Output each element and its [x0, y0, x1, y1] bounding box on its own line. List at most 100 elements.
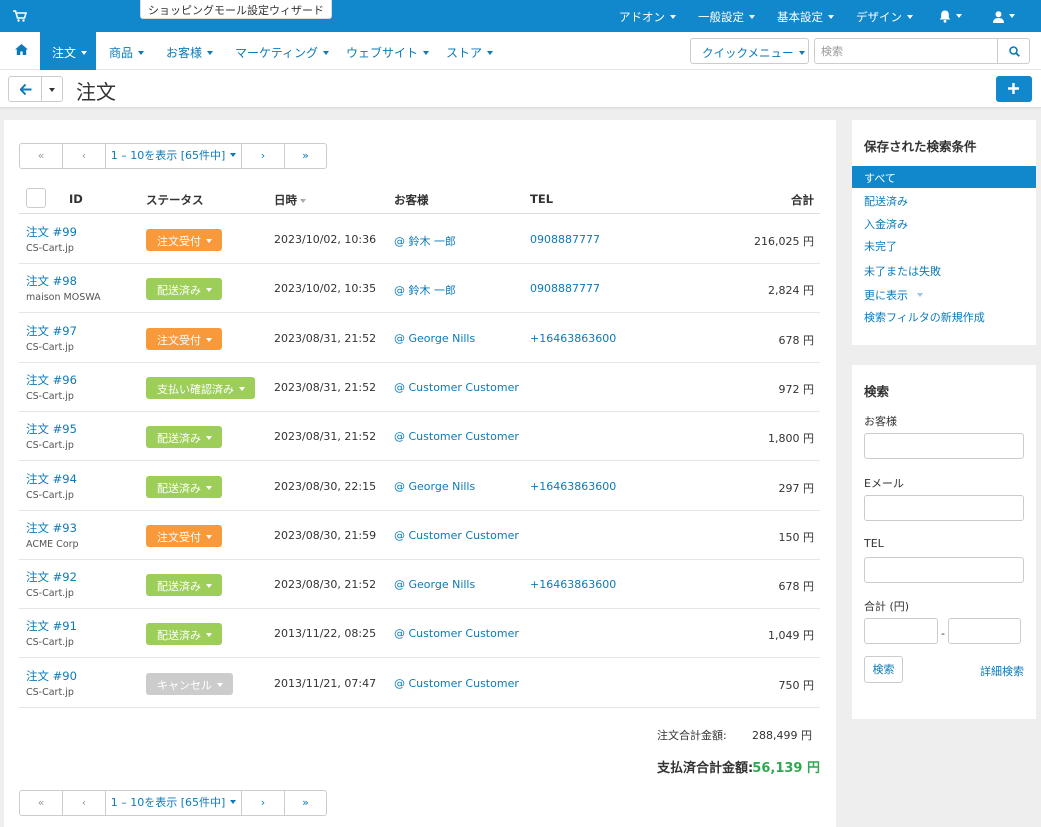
next-page-button[interactable]: › — [242, 144, 285, 168]
total-min-field[interactable] — [864, 618, 938, 644]
customer-link[interactable]: @ Customer Customer — [394, 677, 519, 690]
col-customer[interactable]: お客様 — [394, 192, 429, 208]
tab-orders[interactable]: 注文 — [40, 32, 96, 70]
customer-link[interactable]: @ 鈴木 一郎 — [394, 282, 456, 298]
addons-menu[interactable]: アドオン — [619, 9, 676, 25]
filter-incomplete[interactable]: 未完了 — [852, 234, 1036, 256]
first-page-button[interactable]: « — [20, 144, 63, 168]
table-row: 注文 #99 CS-Cart.jp 注文受付 2023/10/02, 10:36 @ 鈴… — [19, 215, 820, 264]
filter-shipped[interactable]: 配送済み — [852, 189, 1036, 211]
back-button[interactable] — [8, 76, 42, 102]
status-dropdown[interactable]: 配送済み — [146, 426, 222, 449]
general-settings-menu[interactable]: 一般設定 — [698, 9, 755, 25]
status-dropdown[interactable]: 注文受付 — [146, 327, 222, 350]
order-id-link[interactable]: 注文 #93 — [26, 520, 77, 536]
col-id[interactable]: ID — [69, 192, 83, 206]
chevron-down-icon — [239, 386, 245, 391]
customer-link[interactable]: @ George Nills — [394, 578, 475, 591]
tab-website[interactable]: ウェブサイト — [346, 44, 430, 61]
sort-desc-icon — [300, 198, 306, 203]
customer-link[interactable]: @ Customer Customer — [394, 627, 519, 640]
status-dropdown[interactable]: 配送済み — [146, 623, 222, 646]
order-id-link[interactable]: 注文 #95 — [26, 421, 77, 437]
show-more-filters[interactable]: 更に表示 — [852, 283, 1036, 305]
search-submit-button[interactable]: 検索 — [864, 656, 903, 683]
order-id-link[interactable]: 注文 #92 — [26, 569, 77, 585]
basic-settings-menu[interactable]: 基本設定 — [777, 9, 834, 25]
page-range-dropdown[interactable]: 1 – 10を表示 [65件中] — [106, 791, 242, 815]
quick-menu-button[interactable]: クイックメニュー — [690, 38, 809, 64]
filter-all[interactable]: すべて — [852, 166, 1036, 188]
create-filter-link[interactable]: 検索フィルタの新規作成 — [852, 305, 1036, 327]
page-range-dropdown[interactable]: 1 – 10を表示 [65件中] — [106, 144, 242, 168]
chevron-down-icon — [206, 288, 212, 293]
tel-link[interactable]: +16463863600 — [530, 578, 616, 591]
chevron-down-icon — [49, 88, 55, 92]
order-date: 2023/10/02, 10:35 — [274, 282, 377, 296]
filter-incomplete-or-failed[interactable]: 未了または失敗 — [852, 259, 1036, 281]
order-id-link[interactable]: 注文 #91 — [26, 618, 77, 634]
tab-customers[interactable]: お客様 — [166, 44, 214, 61]
store-name: ACME Corp — [26, 538, 79, 550]
search-button[interactable] — [997, 38, 1030, 64]
order-id-link[interactable]: 注文 #97 — [26, 323, 77, 339]
tel-label: TEL — [864, 537, 884, 550]
tel-field[interactable] — [864, 557, 1024, 583]
customer-link[interactable]: @ 鈴木 一郎 — [394, 233, 456, 249]
last-page-button[interactable]: » — [285, 791, 326, 815]
advanced-search-link[interactable]: 詳細検索 — [980, 663, 1024, 679]
customer-link[interactable]: @ George Nills — [394, 332, 475, 345]
tab-marketing[interactable]: マーケティング — [235, 44, 330, 61]
filter-paid[interactable]: 入金済み — [852, 212, 1036, 234]
col-status[interactable]: ステータス — [146, 192, 204, 208]
order-id-link[interactable]: 注文 #90 — [26, 668, 77, 684]
wizard-button[interactable]: ショッピングモール設定ウィザード — [140, 0, 332, 19]
customer-link[interactable]: @ George Nills — [394, 480, 475, 493]
prev-page-button[interactable]: ‹ — [63, 144, 106, 168]
tel-link[interactable]: +16463863600 — [530, 480, 616, 493]
first-page-button[interactable]: « — [20, 791, 63, 815]
customer-link[interactable]: @ Customer Customer — [394, 430, 519, 443]
order-id-link[interactable]: 注文 #99 — [26, 224, 77, 240]
cart-icon[interactable] — [13, 10, 28, 22]
status-dropdown[interactable]: 配送済み — [146, 574, 222, 597]
status-dropdown[interactable]: 注文受付 — [146, 524, 222, 547]
status-dropdown[interactable]: 配送済み — [146, 278, 222, 301]
order-total: 150 円 — [778, 530, 815, 544]
tab-store[interactable]: ストア — [446, 44, 494, 61]
customer-field[interactable] — [864, 433, 1024, 459]
order-id-link[interactable]: 注文 #94 — [26, 471, 77, 487]
total-max-field[interactable] — [948, 618, 1021, 644]
select-all-checkbox[interactable] — [26, 188, 46, 208]
order-id-link[interactable]: 注文 #96 — [26, 372, 77, 388]
last-page-button[interactable]: » — [285, 144, 326, 168]
search-input[interactable] — [814, 38, 998, 64]
tel-link[interactable]: +16463863600 — [530, 332, 616, 345]
next-page-button[interactable]: › — [242, 791, 285, 815]
tel-link[interactable]: 0908887777 — [530, 233, 600, 246]
notifications-menu[interactable] — [939, 9, 962, 23]
email-field[interactable] — [864, 495, 1024, 521]
tab-products[interactable]: 商品 — [109, 44, 145, 61]
col-date[interactable]: 日時 — [274, 192, 306, 208]
tel-link[interactable]: 0908887777 — [530, 282, 600, 295]
user-menu[interactable] — [993, 9, 1015, 23]
home-tab[interactable] — [4, 32, 38, 70]
order-date: 2023/10/02, 10:36 — [274, 233, 377, 246]
chevron-down-icon — [217, 682, 223, 687]
status-dropdown[interactable]: キャンセル — [146, 672, 233, 695]
add-order-button[interactable] — [996, 76, 1032, 102]
back-history-dropdown[interactable] — [41, 76, 63, 102]
status-dropdown[interactable]: 配送済み — [146, 475, 222, 498]
order-total: 750 円 — [778, 678, 815, 692]
design-menu[interactable]: デザイン — [856, 9, 913, 25]
col-tel[interactable]: TEL — [530, 192, 553, 206]
customer-link[interactable]: @ Customer Customer — [394, 381, 519, 394]
status-dropdown[interactable]: 支払い確認済み — [146, 376, 255, 399]
prev-page-button[interactable]: ‹ — [63, 791, 106, 815]
order-id-link[interactable]: 注文 #98 — [26, 273, 77, 289]
customer-link[interactable]: @ Customer Customer — [394, 529, 519, 542]
status-dropdown[interactable]: 注文受付 — [146, 229, 222, 251]
store-name: CS-Cart.jp — [26, 588, 74, 600]
col-total[interactable]: 合計 — [791, 192, 814, 208]
